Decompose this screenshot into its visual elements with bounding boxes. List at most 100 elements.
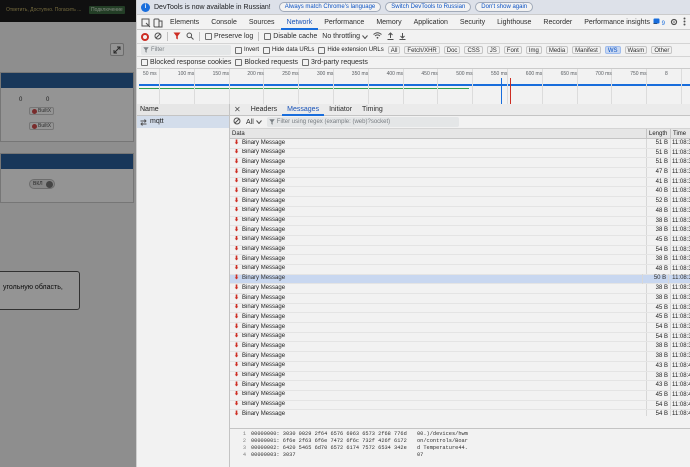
- network-toolbar: Preserve log Disable cache No throttling: [137, 30, 690, 44]
- message-row[interactable]: ⬇ Binary Message 38 B 11:08:3: [230, 216, 690, 227]
- issues-badge[interactable]: 9: [653, 18, 665, 27]
- message-row[interactable]: ⬇ Binary Message 54 B 11:08:3: [230, 245, 690, 256]
- message-row[interactable]: ⬇ Binary Message 54 B 11:08:4: [230, 400, 690, 411]
- network-timeline[interactable]: 50 ms 100 ms 150 ms 200 ms 250 ms 300 ms 350 m…: [137, 69, 690, 105]
- request-row-mqtt[interactable]: mqtt: [137, 116, 229, 128]
- tab-sources[interactable]: Sources: [243, 15, 281, 30]
- message-row[interactable]: ⬇ Binary Message 38 B 11:08:3: [230, 352, 690, 362]
- type-filter-css[interactable]: CSS: [464, 46, 483, 54]
- hex-line: 2 00000001: 6f6e 2f63 6f6e 7472 6f6c 732f…: [230, 438, 690, 445]
- close-icon[interactable]: ✕: [234, 105, 241, 114]
- tab-elements[interactable]: Elements: [164, 15, 205, 30]
- message-row[interactable]: ⬇ Binary Message 52 B 11:08:3: [230, 197, 690, 207]
- tab-security[interactable]: Security: [454, 15, 491, 30]
- tab-performance-insights[interactable]: Performance insights ▲: [578, 15, 665, 30]
- tab-timing[interactable]: Timing: [357, 104, 388, 116]
- record-icon[interactable]: [141, 32, 149, 41]
- message-row[interactable]: ⬇ Binary Message 38 B 11:08:3: [230, 294, 690, 304]
- more-options-icon[interactable]: [683, 17, 686, 28]
- message-data: Binary Message: [242, 323, 286, 330]
- always-match-language-button[interactable]: Always match Chrome's language: [278, 2, 382, 12]
- message-row[interactable]: ⬇ Binary Message 43 B 11:08:4: [230, 361, 690, 372]
- message-data-cell: ⬇ Binary Message: [230, 177, 647, 187]
- message-row[interactable]: ⬇ Binary Message 45 B 11:08:3: [230, 303, 690, 314]
- invert-checkbox[interactable]: Invert: [235, 46, 259, 54]
- type-filter-ws[interactable]: WS: [604, 46, 621, 54]
- tab-performance[interactable]: Performance: [318, 15, 370, 30]
- hide-data-urls-checkbox[interactable]: Hide data URLs: [263, 46, 314, 54]
- message-row[interactable]: ⬇ Binary Message 51 B 11:08:3: [230, 148, 690, 159]
- regex-filter-input[interactable]: Filter using regex (example: (web)?socke…: [266, 117, 459, 127]
- message-row[interactable]: ⬇ Binary Message 38 B 11:08:3: [230, 226, 690, 236]
- message-row[interactable]: ⬇ Binary Message 54 B 11:08:3: [230, 332, 690, 343]
- dont-show-again-button[interactable]: Don't show again: [475, 2, 534, 12]
- tab-headers[interactable]: Headers: [246, 104, 282, 116]
- received-arrow-icon: ⬇: [234, 304, 240, 311]
- message-row[interactable]: ⬇ Binary Message 45 B 11:08:4: [230, 390, 690, 401]
- time-column-header[interactable]: Time: [671, 129, 690, 138]
- type-filter-img[interactable]: Img: [525, 46, 542, 54]
- tab-initiator[interactable]: Initiator: [324, 104, 357, 116]
- type-filter-doc[interactable]: Doc: [443, 46, 461, 54]
- blocked-requests-checkbox[interactable]: Blocked requests: [235, 59, 298, 66]
- settings-icon[interactable]: [670, 18, 678, 28]
- message-row[interactable]: ⬇ Binary Message 38 B 11:08:3: [230, 284, 690, 294]
- message-row[interactable]: ⬇ Binary Message 38 B 11:08:4: [230, 371, 690, 382]
- type-filter-manifest[interactable]: Manifest: [572, 46, 601, 54]
- data-column-header[interactable]: Data: [230, 129, 647, 138]
- message-row[interactable]: ⬇ Binary Message 38 B 11:08:3: [230, 255, 690, 265]
- type-filter-js[interactable]: JS: [486, 46, 500, 54]
- length-column-header[interactable]: Length: [647, 129, 671, 138]
- type-filter-fetch-xhr[interactable]: Fetch/XHR: [404, 46, 440, 54]
- throttling-select[interactable]: No throttling: [322, 33, 368, 40]
- message-length: 38 B: [647, 255, 671, 264]
- message-row[interactable]: ⬇ Binary Message 51 B 11:08:3: [230, 139, 690, 149]
- export-har-icon[interactable]: [399, 32, 406, 42]
- tab-application[interactable]: Application: [408, 15, 454, 30]
- blocked-cookies-checkbox[interactable]: Blocked response cookies: [141, 59, 231, 66]
- message-row[interactable]: ⬇ Binary Message 41 B 11:08:3: [230, 177, 690, 188]
- message-row[interactable]: ⬇ Binary Message 43 B 11:08:4: [230, 381, 690, 391]
- message-row[interactable]: ⬇ Binary Message 45 B 11:08:3: [230, 313, 690, 324]
- search-icon[interactable]: [186, 32, 194, 42]
- message-row[interactable]: ⬇ Binary Message 54 B 11:08:4: [230, 410, 690, 416]
- type-filter-wasm[interactable]: Wasm: [624, 46, 648, 54]
- name-column-header[interactable]: Name: [137, 104, 229, 116]
- tab-lighthouse[interactable]: Lighthouse: [491, 15, 537, 30]
- message-row[interactable]: ⬇ Binary Message 38 B 11:08:3: [230, 342, 690, 353]
- preserve-log-checkbox[interactable]: Preserve log: [205, 33, 253, 40]
- timeline-bar-blue: [139, 84, 690, 86]
- filter-input[interactable]: Filter: [141, 45, 231, 55]
- third-party-label: 3rd-party requests: [311, 59, 368, 66]
- clear-icon[interactable]: [154, 32, 162, 42]
- device-toolbar-icon[interactable]: [152, 15, 164, 30]
- type-filter-other[interactable]: Other: [651, 46, 673, 54]
- tab-recorder[interactable]: Recorder: [537, 15, 578, 30]
- type-filter-media[interactable]: Media: [545, 46, 569, 54]
- message-row[interactable]: ⬇ Binary Message 47 B 11:08:3: [230, 168, 690, 178]
- tab-network[interactable]: Network: [280, 15, 319, 30]
- message-time: 11:08:3: [672, 236, 690, 243]
- tab-console[interactable]: Console: [205, 15, 243, 30]
- filter-icon[interactable]: [173, 32, 181, 42]
- message-row[interactable]: ⬇ Binary Message 45 B 11:08:3: [230, 235, 690, 246]
- message-row[interactable]: ⬇ Binary Message 54 B 11:08:3: [230, 323, 690, 333]
- hide-extension-urls-checkbox[interactable]: Hide extension URLs: [318, 46, 384, 54]
- message-row[interactable]: ⬇ Binary Message 50 B 11:08:3: [230, 274, 690, 285]
- message-row[interactable]: ⬇ Binary Message 51 B 11:08:3: [230, 158, 690, 169]
- third-party-checkbox[interactable]: 3rd-party requests: [302, 59, 368, 66]
- type-filter-font[interactable]: Font: [503, 46, 522, 54]
- tab-memory[interactable]: Memory: [370, 15, 407, 30]
- tab-messages[interactable]: Messages: [282, 104, 325, 116]
- message-length: 38 B: [647, 216, 671, 226]
- network-conditions-icon[interactable]: [373, 32, 382, 41]
- import-har-icon[interactable]: [387, 31, 394, 42]
- type-filter-all[interactable]: All: [387, 46, 401, 54]
- message-row[interactable]: ⬇ Binary Message 48 B 11:08:3: [230, 206, 690, 217]
- inspect-element-icon[interactable]: [140, 15, 152, 30]
- disable-cache-checkbox[interactable]: Disable cache: [264, 33, 317, 40]
- message-row[interactable]: ⬇ Binary Message 40 B 11:08:3: [230, 187, 690, 198]
- switch-to-russian-button[interactable]: Switch DevTools to Russian: [385, 2, 472, 12]
- clear-messages-icon[interactable]: [233, 117, 241, 127]
- message-type-select[interactable]: All: [246, 119, 262, 126]
